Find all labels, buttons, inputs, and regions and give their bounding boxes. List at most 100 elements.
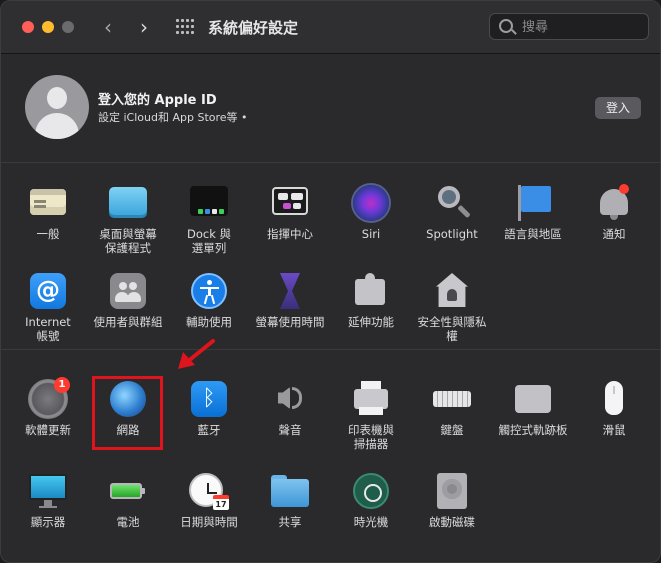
language-region-icon [513,183,553,223]
sound-icon [270,379,310,419]
keyboard-icon [432,379,472,419]
pane-sharing[interactable]: 共享 [250,471,330,529]
pane-label: Spotlight [426,227,478,241]
battery-icon [108,471,148,511]
pane-keyboard[interactable]: 鍵盤 [412,379,492,437]
pane-label: 印表機與 掃描器 [348,423,394,451]
pane-spotlight[interactable]: Spotlight [412,183,492,241]
pane-label: 聲音 [278,423,302,437]
internet-accounts-icon: @ [28,271,68,311]
calendar-day: 17 [213,495,229,510]
pane-screen-time[interactable]: 螢幕使用時間 [250,271,330,329]
pane-label: 延伸功能 [348,315,394,329]
minimize-window-button[interactable] [42,21,54,33]
sign-in-button[interactable]: 登入 [595,97,641,119]
pane-label: 軟體更新 [25,423,71,437]
pane-battery[interactable]: 電池 [88,471,168,529]
pane-users-groups[interactable]: 使用者與群組 [88,271,168,329]
siri-icon [351,183,391,223]
pane-accessibility[interactable]: 輔助使用 [169,271,249,329]
pane-printers-scanners[interactable]: 印表機與 掃描器 [331,379,411,451]
sharing-icon [270,471,310,511]
pane-label: 滑鼠 [602,423,626,437]
preferences-section-1: 一般 桌面與螢幕 保護程式 Dock 與 選單列 指揮中心 Siri Spotl… [1,163,660,350]
general-icon [28,183,68,223]
avatar-head [47,87,67,109]
dock-menubar-icon [189,183,229,223]
pane-label: Siri [361,227,381,241]
pane-general[interactable]: 一般 [8,183,88,241]
accessibility-icon [189,271,229,311]
pane-label: 通知 [602,227,626,241]
displays-icon [28,471,68,511]
desktop-screensaver-icon [108,183,148,223]
pane-label: 藍牙 [197,423,221,437]
apple-id-subtitle: 設定 iCloud和 App Store等 • [98,111,248,124]
mission-control-icon [270,183,310,223]
annotation-arrow-icon [178,339,215,369]
pane-dock-menubar[interactable]: Dock 與 選單列 [169,183,249,255]
date-time-icon: 17 [189,471,229,511]
back-icon[interactable]: ‹ [95,14,121,40]
users-groups-icon [108,271,148,311]
security-privacy-icon [432,271,472,311]
pane-notifications[interactable]: 通知 [574,183,654,241]
pane-extensions[interactable]: 延伸功能 [331,271,411,329]
time-machine-icon [351,471,391,511]
search-field[interactable] [489,13,649,40]
apple-id-title: 登入您的 Apple ID [98,93,217,108]
search-input[interactable] [520,17,644,38]
pane-label: 使用者與群組 [93,315,163,329]
extensions-icon [351,271,391,311]
pane-label: 日期與時間 [180,515,238,529]
highlight-box-network [92,376,163,450]
pane-desktop-screensaver[interactable]: 桌面與螢幕 保護程式 [88,183,168,255]
pane-label: 電池 [116,515,140,529]
pane-label: Internet 帳號 [25,315,71,343]
pane-siri[interactable]: Siri [331,183,411,241]
pane-mission-control[interactable]: 指揮中心 [250,183,330,241]
pane-label: 一般 [36,227,60,241]
notifications-icon [594,183,634,223]
avatar-body [35,113,79,139]
forward-icon[interactable]: › [131,14,157,40]
mouse-icon [594,379,634,419]
pane-label: 觸控式軌跡板 [498,423,568,437]
avatar[interactable] [25,75,89,139]
pane-software-update[interactable]: 1 軟體更新 [8,377,88,437]
search-icon [499,19,513,33]
pane-security-privacy[interactable]: 安全性與隱私權 [412,271,492,343]
update-count-badge: 1 [54,377,70,393]
pane-label: 啟動磁碟 [429,515,475,529]
trackpad-icon [513,379,553,419]
pane-label: 鍵盤 [440,423,464,437]
pane-startup-disk[interactable]: 啟動磁碟 [412,471,492,529]
pane-internet-accounts[interactable]: @ Internet 帳號 [8,271,88,343]
show-all-grid-icon[interactable] [176,19,194,35]
pane-date-time[interactable]: 17 日期與時間 [169,471,249,529]
printers-scanners-icon [351,379,391,419]
pane-bluetooth[interactable]: ᛒ 藍牙 [169,379,249,437]
window-title: 系統偏好設定 [208,19,299,37]
pane-language-region[interactable]: 語言與地區 [493,183,573,241]
pane-trackpad[interactable]: 觸控式軌跡板 [493,379,573,437]
pane-label: Dock 與 選單列 [186,227,232,255]
pane-label: 時光機 [353,515,389,529]
pane-mouse[interactable]: 滑鼠 [574,379,654,437]
apple-id-banner: 登入您的 Apple ID 設定 iCloud和 App Store等 • 登入 [1,54,660,163]
pane-sound[interactable]: 聲音 [250,379,330,437]
pane-label: 語言與地區 [504,227,562,241]
pane-label: 顯示器 [30,515,66,529]
close-window-button[interactable] [22,21,34,33]
startup-disk-icon [432,471,472,511]
pane-label: 安全性與隱私權 [417,315,487,343]
screen-time-icon [270,271,310,311]
pane-label: 共享 [278,515,302,529]
system-preferences-window: ‹ › 系統偏好設定 登入您的 Apple ID 設定 iCloud和 App … [0,0,661,563]
pane-displays[interactable]: 顯示器 [8,471,88,529]
spotlight-icon [432,183,472,223]
pane-label: 指揮中心 [267,227,313,241]
software-update-icon: 1 [28,377,70,419]
pane-time-machine[interactable]: 時光機 [331,471,411,529]
zoom-window-button[interactable] [62,21,74,33]
